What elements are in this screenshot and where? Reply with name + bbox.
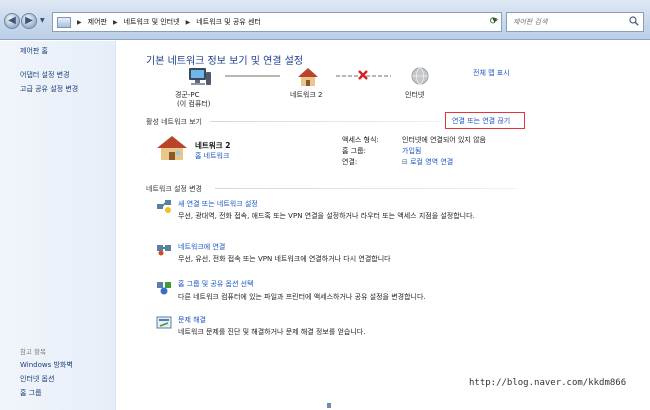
address-bar[interactable]: ▶ 제어판 ▶ 네트워크 및 인터넷 ▶ 네트워크 및 공유 센터 ▼ [52, 12, 502, 32]
this-computer-caption: (이 컴퓨터) [177, 100, 211, 108]
forward-button[interactable]: ▶ [21, 13, 37, 29]
troubleshoot-link[interactable]: 문제 해결 [178, 315, 206, 325]
network-node-label: 네트워크 2 [290, 91, 323, 99]
back-button[interactable]: ◀ [4, 13, 20, 29]
connections-label: 연결: [342, 158, 358, 166]
setup-new-connection-link[interactable]: 새 연결 또는 네트워크 설정 [178, 199, 258, 209]
homegroup-status-link[interactable]: 가입됨 [402, 146, 421, 156]
access-type-value: 인터넷에 연결되어 있지 않음 [402, 136, 486, 144]
network-location-type-link[interactable]: 홈 네트워크 [195, 151, 229, 161]
section-divider [210, 121, 443, 122]
local-area-connection-link[interactable]: 로컬 영역 연결 [410, 158, 453, 166]
recent-pages-dropdown-icon[interactable]: ▼ [40, 17, 45, 24]
navigation-pane: 제어판 홈 어댑터 설정 변경 고급 공유 설정 변경 참고 항목 Window… [0, 41, 116, 410]
new-connection-icon[interactable] [156, 198, 172, 214]
breadcrumb-control-panel[interactable]: 제어판 [88, 17, 107, 27]
address-toolbar: ◀ ▶ ▼ ▶ 제어판 ▶ 네트워크 및 인터넷 ▶ 네트워크 및 공유 센터 … [0, 0, 650, 40]
homegroup-sharing-options-link[interactable]: 홈 그룹 및 공유 옵션 선택 [178, 279, 254, 289]
change-advanced-sharing-link[interactable]: 고급 공유 설정 변경 [20, 84, 78, 94]
see-also-heading: 참고 항목 [20, 348, 46, 356]
connect-to-network-desc: 무선, 유선, 전화 접속 또는 VPN 네트워크에 연결하거나 다시 연결합니… [178, 255, 391, 263]
refresh-button[interactable]: ⟳ [486, 13, 502, 31]
windows-firewall-link[interactable]: Windows 방화벽 [20, 360, 73, 370]
search-box[interactable] [506, 12, 644, 32]
troubleshoot-icon[interactable] [156, 315, 172, 331]
control-panel-folder-icon [57, 16, 71, 28]
breadcrumb-separator-icon[interactable]: ▶ [113, 19, 118, 26]
internet-globe-icon[interactable] [410, 66, 430, 86]
home-network-icon[interactable] [156, 134, 188, 162]
homegroup-label: 홈 그룹: [342, 147, 366, 155]
active-networks-heading: 활성 네트워크 보기 [146, 118, 202, 126]
connect-to-network-link[interactable]: 네트워크에 연결 [178, 242, 225, 252]
troubleshoot-desc: 네트워크 문제를 진단 및 해결하거나 문제 해결 정보를 얻습니다. [178, 328, 366, 336]
network-name: 네트워크 2 [195, 141, 231, 150]
breadcrumb-separator-icon[interactable]: ▶ [77, 19, 82, 26]
computer-icon[interactable] [186, 67, 212, 87]
network-adapter-icon: ⊟ [402, 158, 408, 166]
breadcrumb-network-sharing-center[interactable]: 네트워크 및 공유 센터 [196, 17, 261, 27]
back-arrow-icon: ◀ [8, 15, 16, 26]
blog-watermark: http://blog.naver.com/kkdm866 [469, 378, 627, 388]
local-area-connection[interactable]: ⊟ 로컬 영역 연결 [402, 157, 453, 167]
homegroup-link[interactable]: 홈 그룹 [20, 388, 42, 398]
control-panel-home-link[interactable]: 제어판 홈 [20, 46, 48, 56]
section-divider [215, 188, 517, 189]
internet-node-label: 인터넷 [405, 91, 425, 99]
search-input[interactable] [507, 13, 627, 31]
homegroup-sharing-options-desc: 다른 네트워크 컴퓨터에 있는 파일과 프린터에 액세스하거나 공유 설정을 변… [178, 293, 426, 301]
setup-new-connection-desc: 무선, 광대역, 전화 접속, 애드혹 또는 VPN 연결을 설정하거나 라우터… [178, 212, 475, 220]
breadcrumb-separator-icon[interactable]: ▶ [186, 19, 191, 26]
see-full-map-link[interactable]: 전체 맵 표시 [473, 68, 510, 78]
change-settings-heading: 네트워크 설정 변경 [146, 185, 202, 193]
internet-options-link[interactable]: 인터넷 옵션 [20, 374, 54, 384]
search-icon[interactable] [629, 16, 639, 26]
connect-or-disconnect-link[interactable]: 연결 또는 연결 끊기 [452, 116, 510, 126]
home-network-icon[interactable] [297, 66, 319, 88]
map-connection-line [225, 75, 280, 77]
scroll-indicator[interactable] [327, 403, 331, 408]
breadcrumb-network-internet[interactable]: 네트워크 및 인터넷 [124, 17, 180, 27]
disconnected-x-icon [358, 70, 368, 80]
refresh-icon: ⟳ [489, 16, 499, 27]
change-adapter-settings-link[interactable]: 어댑터 설정 변경 [20, 70, 70, 80]
access-type-label: 액세스 형식: [342, 136, 379, 144]
page-title: 기본 네트워크 정보 보기 및 연결 설정 [146, 56, 304, 67]
forward-arrow-icon: ▶ [25, 15, 33, 26]
connect-to-network-icon[interactable] [156, 240, 172, 256]
connect-disconnect-highlight: 연결 또는 연결 끊기 [445, 112, 525, 129]
homegroup-sharing-icon[interactable] [156, 279, 172, 295]
